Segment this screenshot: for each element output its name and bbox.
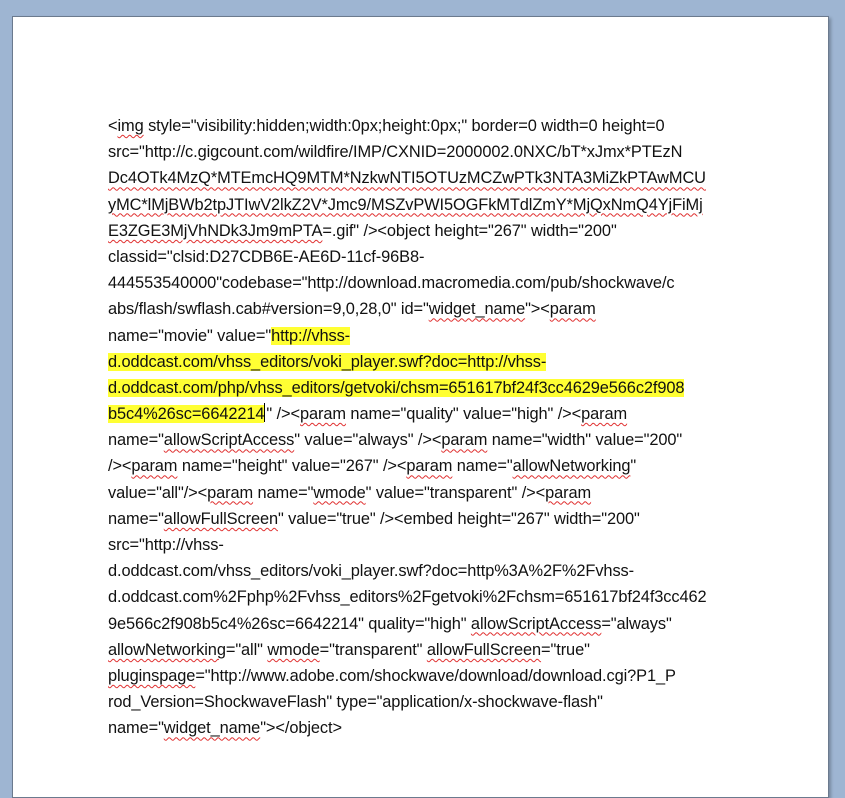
text-run: 444553540000"codebase="http://download.m… <box>108 274 675 293</box>
document-text[interactable]: <img style="visibility:hidden;width:0px;… <box>108 113 748 742</box>
text-run: ="always" <box>601 614 672 633</box>
text-run: src="http://vhss- <box>108 536 224 554</box>
spellcheck-flagged-word: param <box>441 431 488 450</box>
text-run: d.oddcast.com%2Fphp%2Fvhss_editors%2Fget… <box>108 588 707 607</box>
text-line: pluginspage="http://www.adobe.com/shockw… <box>108 663 748 689</box>
text-run: name="movie" value=" <box>108 326 272 345</box>
text-run: ="http://www.adobe.com/shockwave/downloa… <box>195 666 676 685</box>
text-line: /><param name="height" value="267" /><pa… <box>108 453 748 479</box>
spellcheck-flagged-word: E3ZGE3MjVhNDk3Jm9mPTA <box>108 221 323 240</box>
text-run: d.oddcast.com/vhss_editors/voki_player.s… <box>108 562 634 581</box>
highlighted-text: d.oddcast.com/vhss_editors/voki_player.s… <box>108 352 547 371</box>
spellcheck-flagged-word: widget_name <box>428 300 526 319</box>
text-line: name="allowFullScreen" value="true" /><e… <box>108 506 748 532</box>
text-line: name="widget_name"></object> <box>108 715 748 741</box>
text-run: " value="true" /><embed height="267" wid… <box>278 509 640 528</box>
spellcheck-flagged-word: wmode <box>267 640 320 659</box>
text-run: ="all" <box>225 640 268 659</box>
text-run: value="all"/>< <box>108 483 208 502</box>
text-run: name=" <box>253 483 314 502</box>
text-run: rod_Version=ShockwaveFlash" type="applic… <box>108 693 603 712</box>
text-run: " value="transparent" />< <box>365 483 546 502</box>
spellcheck-flagged-word: param <box>581 405 628 424</box>
text-line: yMC*lMjBWb2tpJTIwV2lkZ2V*Jmc9/MSZvPWI5OG… <box>108 192 748 218</box>
text-run: ="true" <box>541 640 590 659</box>
highlighted-text: http://vhss- <box>271 326 351 345</box>
spellcheck-flagged-word: allowNetworking <box>108 640 226 659</box>
text-line: b5c4%26sc=6642214 " /><param name="qualit… <box>108 401 748 427</box>
text-run: ="transparent" <box>319 640 427 659</box>
spellcheck-flagged-word: param <box>207 483 254 502</box>
text-run: name="height" value="267" />< <box>177 457 407 476</box>
text-line: Dc4OTk4MzQ*MTEmcHQ9MTM*NzkwNTI5OTUzMCZwP… <box>108 165 748 191</box>
text-line: allowNetworking="all" wmode="transparent… <box>108 637 748 663</box>
spellcheck-flagged-word: allowFullScreen <box>426 640 542 659</box>
spellcheck-flagged-word: img <box>117 117 144 135</box>
text-line: d.oddcast.com/vhss_editors/voki_player.s… <box>108 349 748 375</box>
text-line: src="http://vhss- <box>108 532 748 558</box>
spellcheck-flagged-word: pluginspage <box>108 666 196 685</box>
text-line: classid="clsid:D27CDB6E-AE6D-11cf-96B8- <box>108 244 748 270</box>
highlighted-text: d.oddcast.com/php/vhss_editors/getvoki/c… <box>108 378 685 397</box>
text-run: />< <box>108 457 132 476</box>
text-line: 9e566c2f908b5c4%26sc=6642214" quality="h… <box>108 611 748 637</box>
spellcheck-flagged-word: yMC*lMjBWb2tpJTIwV2lkZ2V*Jmc9/MSZvPWI5OG… <box>108 195 703 214</box>
text-line: value="all"/><param name="wmode" value="… <box>108 480 748 506</box>
text-run: classid="clsid:D27CDB6E-AE6D-11cf-96B8- <box>108 247 425 266</box>
text-run: style="visibility:hidden;width:0px;heigh… <box>143 117 665 135</box>
spellcheck-flagged-word: widget_name <box>163 719 261 738</box>
text-run: =.gif" /><object height="267" width="200… <box>322 221 617 240</box>
text-run: " />< <box>266 405 300 424</box>
spellcheck-flagged-word: wmode <box>313 483 366 502</box>
spellcheck-flagged-word: allowScriptAccess <box>163 431 295 450</box>
spellcheck-flagged-word: allowNetworking <box>512 457 631 476</box>
text-line: name="allowScriptAccess" value="always" … <box>108 427 748 453</box>
spellcheck-flagged-word: allowScriptAccess <box>470 614 602 633</box>
text-line: 444553540000"codebase="http://download.m… <box>108 270 748 296</box>
document-page[interactable]: <img style="visibility:hidden;width:0px;… <box>12 16 829 798</box>
spellcheck-flagged-word: allowFullScreen <box>163 509 278 528</box>
text-run: src="http://c.gigcount.com/wildfire/IMP/… <box>108 143 683 162</box>
workspace-edge <box>837 0 845 775</box>
text-run: " <box>630 457 637 476</box>
text-line: d.oddcast.com/php/vhss_editors/getvoki/c… <box>108 375 748 401</box>
text-line: <img style="visibility:hidden;width:0px;… <box>108 113 748 139</box>
text-line: rod_Version=ShockwaveFlash" type="applic… <box>108 689 748 715</box>
text-run: abs/flash/swflash.cab#version=9,0,28,0" … <box>108 300 429 319</box>
spellcheck-flagged-word: param <box>131 457 178 476</box>
spellcheck-flagged-word: param <box>549 300 596 319</box>
spellcheck-flagged-word: param <box>406 457 453 476</box>
text-run: name="quality" value="high" />< <box>345 405 582 424</box>
text-run: name="width" value="200" <box>487 431 683 450</box>
text-run: name=" <box>108 509 164 528</box>
spellcheck-flagged-word: Dc4OTk4MzQ*MTEmcHQ9MTM*NzkwNTI5OTUzMCZwP… <box>108 169 706 188</box>
highlighted-text: b5c4%26sc=6642214 <box>108 405 265 424</box>
text-line: name="movie" value="http://vhss- <box>108 323 748 349</box>
text-line: d.oddcast.com/vhss_editors/voki_player.s… <box>108 558 748 584</box>
text-run: name=" <box>108 431 164 450</box>
text-run: name=" <box>108 719 164 738</box>
text-line: E3ZGE3MjVhNDk3Jm9mPTA=.gif" /><object he… <box>108 218 748 244</box>
text-run: name=" <box>452 457 513 476</box>
text-run: ">< <box>525 300 550 319</box>
text-run: 9e566c2f908b5c4%26sc=6642214" quality="h… <box>108 614 471 633</box>
text-run: "></object> <box>260 719 342 738</box>
text-line: d.oddcast.com%2Fphp%2Fvhss_editors%2Fget… <box>108 584 748 610</box>
spellcheck-flagged-word: param <box>545 483 592 502</box>
text-line: src="http://c.gigcount.com/wildfire/IMP/… <box>108 139 748 165</box>
text-line: abs/flash/swflash.cab#version=9,0,28,0" … <box>108 296 748 322</box>
text-run: " value="always" />< <box>294 431 442 450</box>
spellcheck-flagged-word: param <box>300 405 346 424</box>
